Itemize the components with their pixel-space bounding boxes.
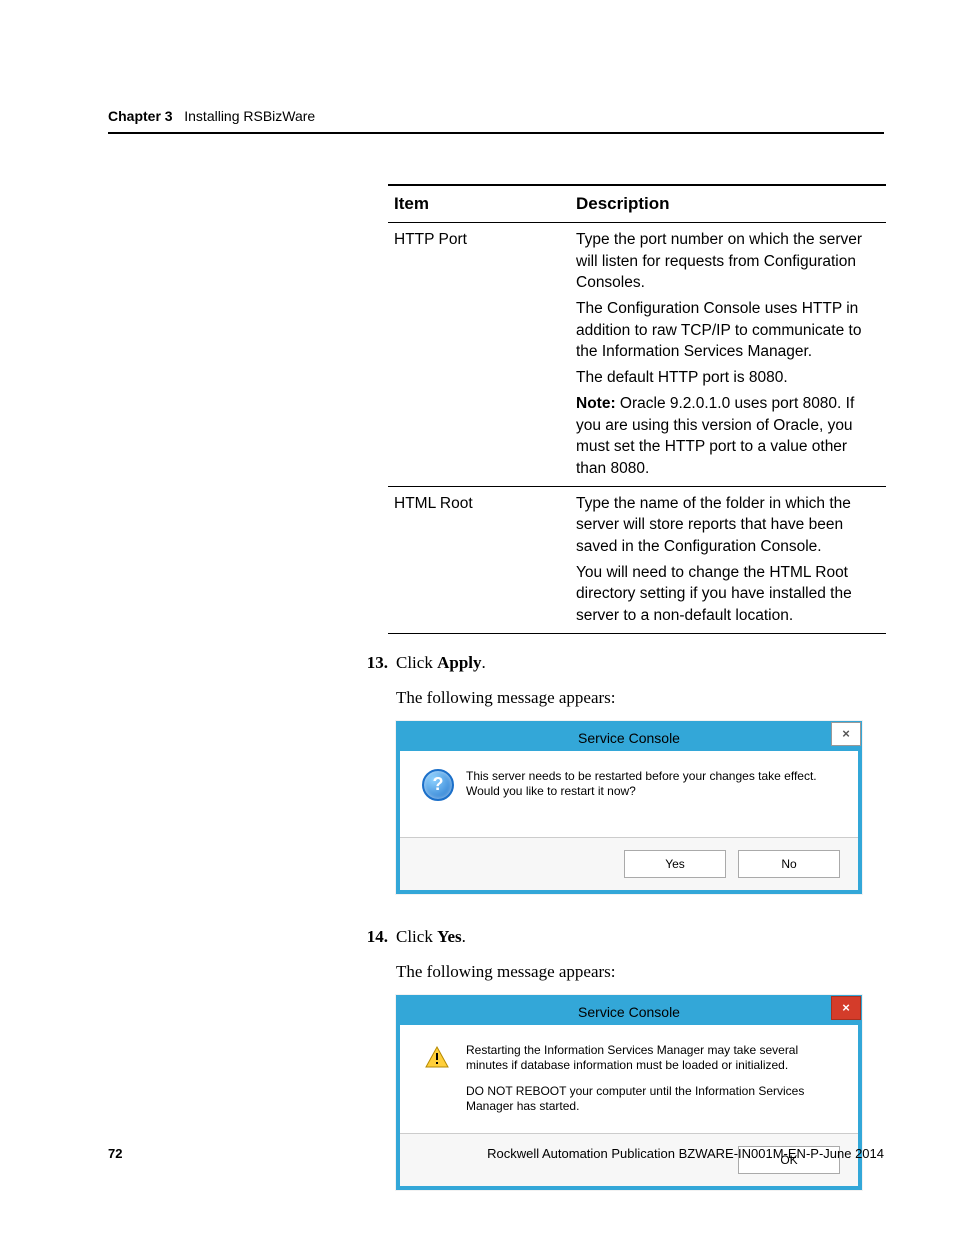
close-button[interactable]: × [831,722,861,746]
dialog-titlebar: Service Console × [400,999,858,1025]
desc-cell: Type the port number on which the server… [570,223,886,487]
table-row: HTML Root Type the name of the folder in… [388,486,886,633]
close-icon: × [842,995,850,1021]
col-desc-header: Description [570,185,886,223]
chapter-title: Installing RSBizWare [184,108,315,124]
page-footer: 72 Rockwell Automation Publication BZWAR… [108,1146,884,1161]
running-header: Chapter 3 Installing RSBizWare [108,108,884,124]
item-cell: HTML Root [388,486,570,633]
step-text: Click Yes. [396,924,862,950]
dialog-title: Service Console [578,1004,680,1020]
step-followup: The following message appears: [396,685,862,711]
question-icon: ? [422,769,452,801]
close-button[interactable]: × [831,996,861,1020]
dialog-message: Restarting the Information Services Mana… [466,1043,838,1115]
no-button[interactable]: No [738,850,840,878]
step-followup: The following message appears: [396,959,862,985]
step-number: 14. [352,924,388,1204]
step-13: 13. Click Apply. The following message a… [388,650,884,908]
config-table: Item Description HTTP Port Type the port… [388,184,886,634]
dialog-button-row: Yes No [400,837,858,890]
chapter-label: Chapter 3 [108,108,173,124]
step-number: 13. [352,650,388,908]
step-text: Click Apply. [396,650,862,676]
dialog-titlebar: Service Console × [400,725,858,751]
publication-id: Rockwell Automation Publication BZWARE-I… [487,1146,884,1161]
step-14: 14. Click Yes. The following message app… [388,924,884,1204]
dialog-message: This server needs to be restarted before… [466,769,838,800]
dialog-title: Service Console [578,730,680,746]
header-rule [108,132,884,134]
table-row: HTTP Port Type the port number on which … [388,223,886,487]
close-icon: × [842,721,850,747]
service-console-dialog-restart: Service Console × ? This server needs to… [396,721,862,894]
warning-icon [422,1045,452,1069]
desc-cell: Type the name of the folder in which the… [570,486,886,633]
item-cell: HTTP Port [388,223,570,487]
yes-button[interactable]: Yes [624,850,726,878]
col-item-header: Item [388,185,570,223]
page-number: 72 [108,1146,122,1161]
